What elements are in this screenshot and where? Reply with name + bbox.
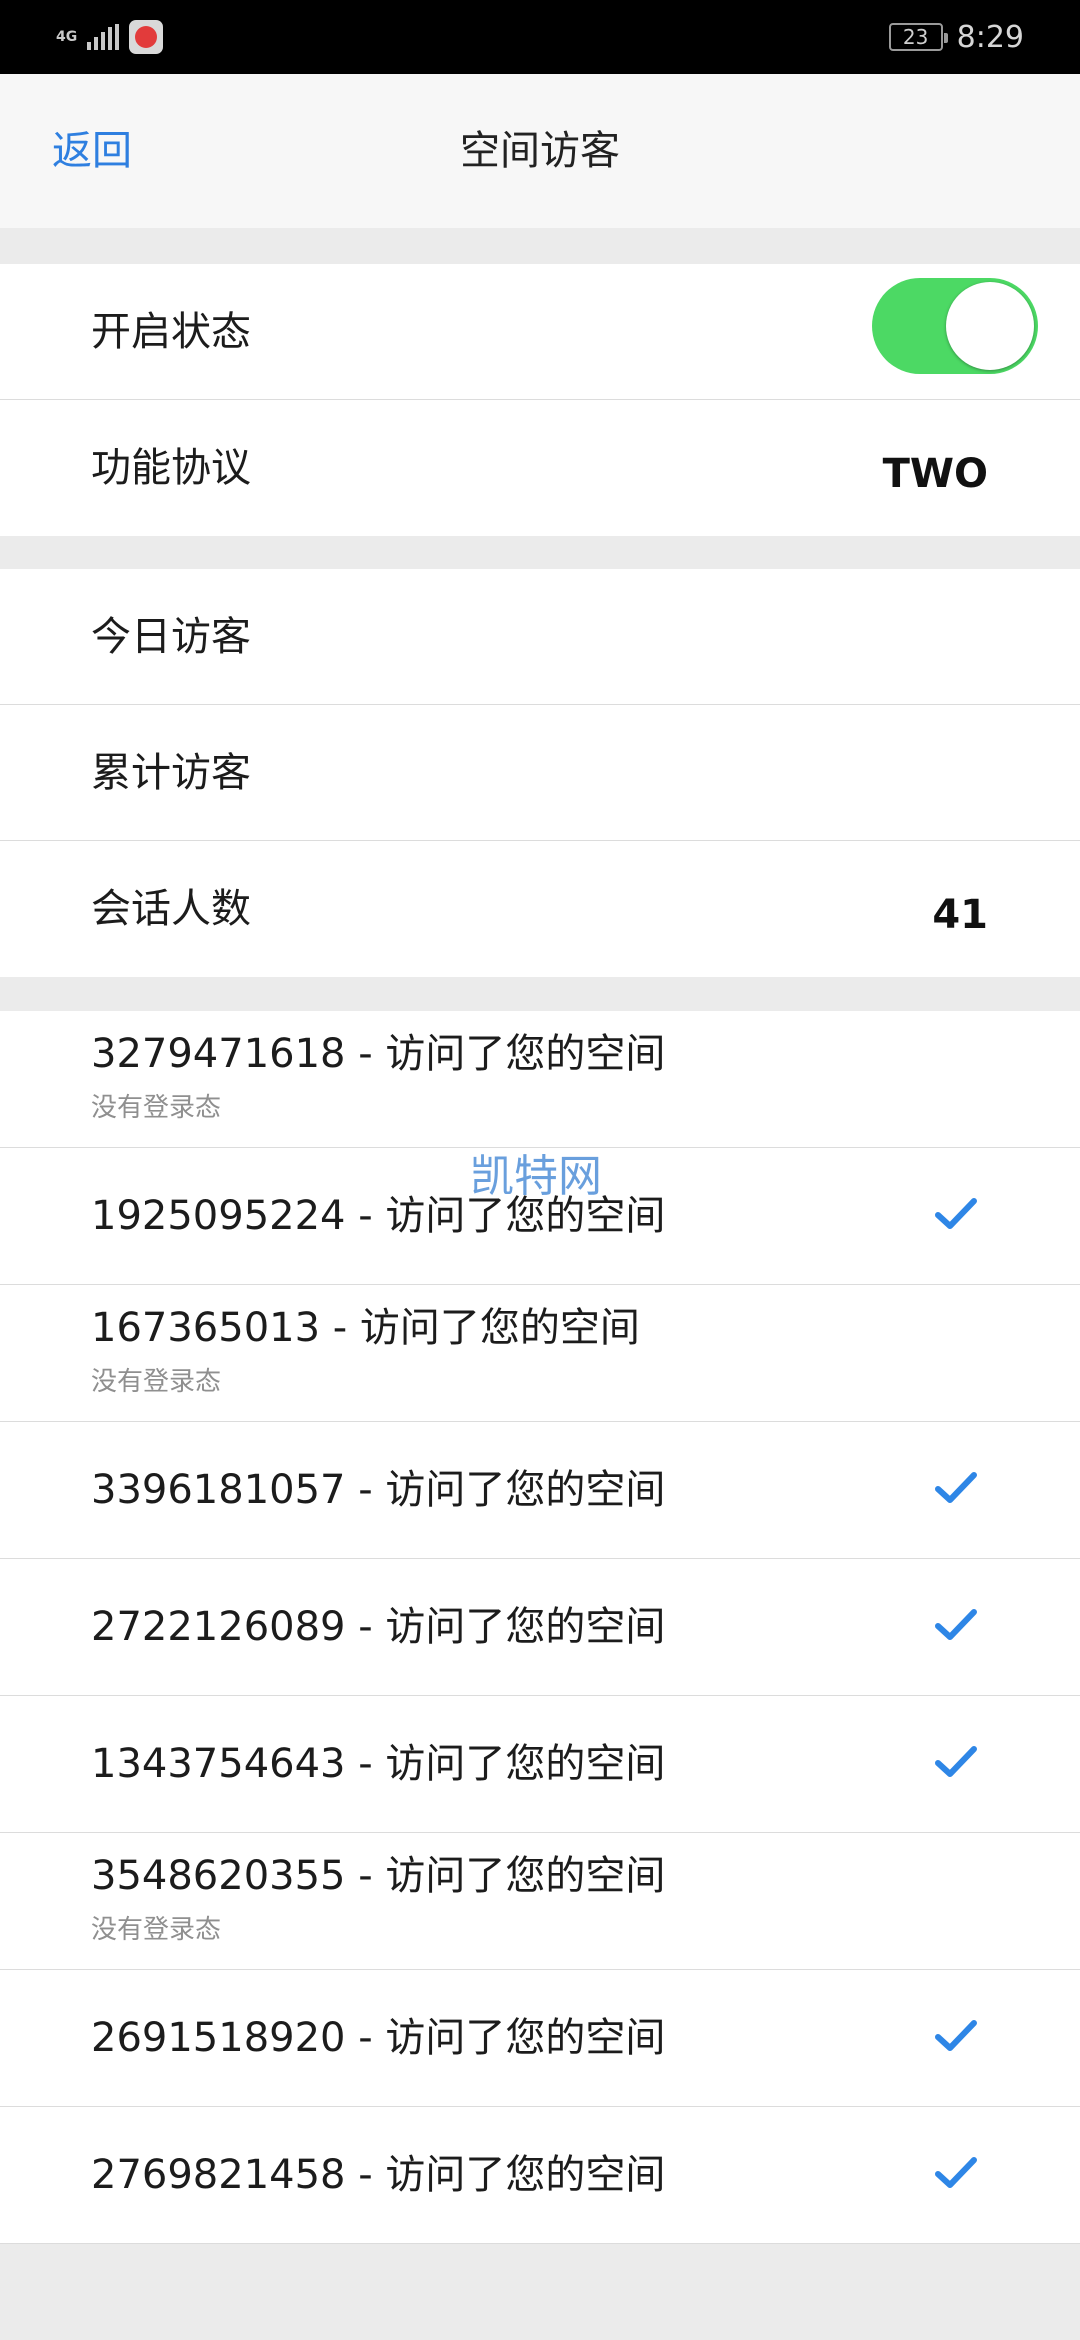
signal-icon <box>87 24 120 50</box>
visitor-row[interactable]: 2722126089 - 访问了您的空间 <box>0 1559 1080 1696</box>
enabled-row: 开启状态 <box>0 264 1080 400</box>
visitor-row[interactable]: 3279471618 - 访问了您的空间没有登录态 <box>0 1011 1080 1148</box>
app-notification-icon <box>129 20 164 54</box>
today-visitors-label: 今日访客 <box>91 614 251 660</box>
today-visitors-row[interactable]: 今日访客 <box>0 569 1080 705</box>
visitor-status: 没有登录态 <box>91 1093 222 1123</box>
check-icon <box>935 2157 977 2188</box>
visitor-text: 2769821458 - 访问了您的空间 <box>91 2152 666 2198</box>
network-type: 4G <box>56 29 78 45</box>
visitor-text: 2722126089 - 访问了您的空间 <box>91 1604 666 1650</box>
visitor-row[interactable]: 167365013 - 访问了您的空间没有登录态 <box>0 1285 1080 1422</box>
visitor-text: 3548620355 - 访问了您的空间 <box>91 1853 666 1899</box>
total-visitors-label: 累计访客 <box>91 750 251 796</box>
protocol-row[interactable]: 功能协议 TWO <box>0 400 1080 536</box>
sessions-label: 会话人数 <box>91 886 251 932</box>
bottom-spacer <box>0 2264 1080 2340</box>
enabled-label: 开启状态 <box>91 309 251 355</box>
watermark: 凯特网 <box>470 1151 602 1202</box>
sessions-row[interactable]: 会话人数 41 <box>0 841 1080 977</box>
check-icon <box>935 1746 977 1777</box>
check-icon <box>935 1472 977 1503</box>
enabled-toggle[interactable] <box>872 278 1038 374</box>
total-visitors-row[interactable]: 累计访客 <box>0 705 1080 841</box>
visitor-text: 3279471618 - 访问了您的空间 <box>91 1031 666 1077</box>
page-title: 空间访客 <box>460 128 620 174</box>
stats-section: 今日访客 累计访客 会话人数 41 <box>0 569 1080 977</box>
check-icon <box>935 1198 977 1229</box>
visitor-status: 没有登录态 <box>91 1915 222 1945</box>
check-icon <box>935 2020 977 2051</box>
toggle-knob <box>946 282 1034 370</box>
nav-header: 空间访客 返回 <box>0 74 1080 228</box>
check-icon <box>935 1609 977 1640</box>
protocol-value: TWO <box>882 451 988 497</box>
visitor-row[interactable]: 3396181057 - 访问了您的空间 <box>0 1422 1080 1559</box>
visitor-text: 167365013 - 访问了您的空间 <box>91 1305 640 1351</box>
clock: 8:29 <box>956 19 1024 55</box>
status-bar: 4G 23 8:29 <box>0 0 1080 74</box>
visitor-row[interactable]: 1343754643 - 访问了您的空间 <box>0 1696 1080 1833</box>
battery-icon: 23 <box>888 23 948 51</box>
visitor-text: 3396181057 - 访问了您的空间 <box>91 1467 666 1513</box>
visitor-status: 没有登录态 <box>91 1367 222 1397</box>
sessions-value: 41 <box>932 892 988 938</box>
visitor-text: 2691518920 - 访问了您的空间 <box>91 2015 666 2061</box>
visitor-row[interactable]: 2691518920 - 访问了您的空间 <box>0 1970 1080 2107</box>
visitor-text: 1343754643 - 访问了您的空间 <box>91 1741 666 1787</box>
status-left: 4G <box>56 20 164 54</box>
settings-section: 开启状态 功能协议 TWO <box>0 264 1080 536</box>
visitor-row[interactable]: 2769821458 - 访问了您的空间 <box>0 2107 1080 2244</box>
protocol-label: 功能协议 <box>91 445 251 491</box>
visitor-row[interactable]: 3548620355 - 访问了您的空间没有登录态 <box>0 1833 1080 1970</box>
battery-level: 23 <box>902 25 929 49</box>
status-right: 23 8:29 <box>888 16 1024 58</box>
back-button[interactable]: 返回 <box>52 74 132 228</box>
